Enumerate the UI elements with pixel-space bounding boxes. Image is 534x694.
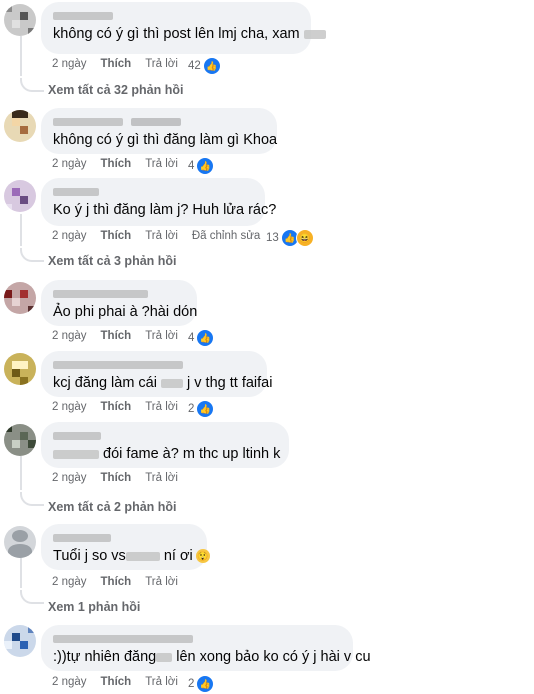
- reply-button[interactable]: Trả lời: [145, 472, 178, 484]
- like-button[interactable]: Thích: [101, 230, 132, 242]
- comment-author[interactable]: [53, 287, 185, 301]
- comment-actions: 2 ngày Thích Trả lời Đã chỉnh sửa: [52, 230, 274, 242]
- comment-bubble: không có ý gì thì post lên lmj cha, xam: [41, 2, 326, 54]
- thread-curve: [20, 590, 44, 604]
- like-button[interactable]: Thích: [101, 576, 132, 588]
- comment-text: không có ý gì thì post lên lmj cha, xam: [53, 25, 326, 44]
- thread-curve: [20, 492, 44, 506]
- thread-line: [20, 456, 22, 490]
- comment-bubble: Ảo phi phai à ?hài dón: [41, 280, 197, 326]
- comment-text: Ko ý j thì đăng làm j? Huh lửa rác?: [53, 202, 277, 218]
- shocked-emoji-icon: 😲: [195, 549, 210, 564]
- comment-time[interactable]: 2 ngày: [52, 330, 87, 342]
- reply-button[interactable]: Trả lời: [145, 58, 178, 70]
- comment-bubble: kcj đăng làm cái j v thg tt faifai: [41, 351, 273, 397]
- comment-bubble: :))tự nhiên đăng lên xong bảo ko có ý j …: [41, 625, 371, 671]
- comment-author[interactable]: [53, 531, 195, 545]
- like-button[interactable]: Thích: [101, 401, 132, 413]
- comment-author[interactable]: [53, 632, 341, 646]
- thread-curve: [20, 78, 44, 92]
- reaction-count[interactable]: 4 👍: [188, 157, 215, 175]
- thread-line: [20, 36, 22, 76]
- like-button[interactable]: Thích: [101, 158, 132, 170]
- comment-time[interactable]: 2 ngày: [52, 230, 87, 242]
- like-button[interactable]: Thích: [101, 676, 132, 688]
- comment-actions: 2 ngày Thích Trả lời: [52, 472, 192, 484]
- avatar[interactable]: [4, 625, 36, 657]
- comment-bubble: Tuổi j so vs ní ơi 😲: [41, 524, 210, 570]
- view-replies-link[interactable]: Xem tất cả 2 phản hồi: [48, 500, 177, 514]
- reply-button[interactable]: Trả lời: [145, 401, 178, 413]
- comment-author[interactable]: [53, 429, 277, 443]
- comment-text: Tuổi j so vs ní ơi 😲: [53, 548, 210, 564]
- comment-actions: 2 ngày Thích Trả lời: [52, 330, 192, 342]
- view-replies-link[interactable]: Xem tất cả 32 phản hồi: [48, 83, 183, 97]
- view-replies-link[interactable]: Xem 1 phản hồi: [48, 600, 140, 614]
- comment-author[interactable]: [53, 9, 299, 23]
- comment-time[interactable]: 2 ngày: [52, 58, 87, 70]
- thread-curve: [20, 248, 44, 262]
- comment-actions: 2 ngày Thích Trả lời: [52, 158, 192, 170]
- view-replies-link[interactable]: Xem tất cả 3 phản hồi: [48, 254, 177, 268]
- reaction-count[interactable]: 4 👍: [188, 329, 215, 347]
- comment-text: Ảo phi phai à ?hài dón: [53, 304, 198, 320]
- avatar[interactable]: [4, 282, 36, 314]
- haha-icon: 😆: [295, 229, 314, 247]
- comment-time[interactable]: 2 ngày: [52, 676, 87, 688]
- thread-line: [20, 556, 22, 588]
- comment-time[interactable]: 2 ngày: [52, 472, 87, 484]
- thread-line: [20, 214, 22, 246]
- avatar[interactable]: [4, 180, 36, 212]
- reply-button[interactable]: Trả lời: [145, 676, 178, 688]
- comment-author[interactable]: [53, 115, 265, 129]
- comment-bubble: không có ý gì thì đăng làm gì Khoa: [41, 108, 277, 154]
- avatar[interactable]: [4, 526, 36, 558]
- like-button[interactable]: Thích: [101, 472, 132, 484]
- avatar[interactable]: [4, 424, 36, 456]
- reply-button[interactable]: Trả lời: [145, 230, 178, 242]
- reaction-count[interactable]: 13 👍 😆: [266, 229, 314, 247]
- comment-time[interactable]: 2 ngày: [52, 158, 87, 170]
- reply-button[interactable]: Trả lời: [145, 330, 178, 342]
- comment-text: :))tự nhiên đăng lên xong bảo ko có ý j …: [53, 649, 371, 665]
- comment-actions: 2 ngày Thích Trả lời: [52, 676, 192, 688]
- comment-author[interactable]: [53, 185, 253, 199]
- like-icon: 👍: [196, 675, 215, 693]
- reaction-count[interactable]: 2 👍: [188, 400, 215, 418]
- reply-button[interactable]: Trả lời: [145, 576, 178, 588]
- edited-label: Đã chỉnh sửa: [191, 230, 261, 242]
- like-icon: 👍: [196, 329, 215, 347]
- comment-time[interactable]: 2 ngày: [52, 401, 87, 413]
- like-button[interactable]: Thích: [101, 58, 132, 70]
- comment-bubble: Ko ý j thì đăng làm j? Huh lửa rác?: [41, 178, 277, 226]
- comment-actions: 2 ngày Thích Trả lời: [52, 58, 192, 70]
- comment-actions: 2 ngày Thích Trả lời: [52, 576, 192, 588]
- comment-time[interactable]: 2 ngày: [52, 576, 87, 588]
- avatar[interactable]: [4, 4, 36, 36]
- comment-text: đói fame à? m thc up ltinh k: [53, 445, 280, 464]
- avatar[interactable]: [4, 110, 36, 142]
- comment-text: kcj đăng làm cái j v thg tt faifai: [53, 375, 273, 391]
- avatar[interactable]: [4, 353, 36, 385]
- like-icon: 👍: [202, 57, 221, 75]
- reaction-count[interactable]: 2 👍: [188, 675, 215, 693]
- comment-bubble: đói fame à? m thc up ltinh k: [41, 422, 289, 468]
- like-icon: 👍: [196, 400, 215, 418]
- comment-author[interactable]: [53, 358, 255, 372]
- comment-text: không có ý gì thì đăng làm gì Khoa: [53, 132, 278, 148]
- reaction-count[interactable]: 42 👍: [188, 57, 221, 75]
- like-button[interactable]: Thích: [101, 330, 132, 342]
- reply-button[interactable]: Trả lời: [145, 158, 178, 170]
- like-icon: 👍: [196, 157, 215, 175]
- comment-actions: 2 ngày Thích Trả lời: [52, 401, 192, 413]
